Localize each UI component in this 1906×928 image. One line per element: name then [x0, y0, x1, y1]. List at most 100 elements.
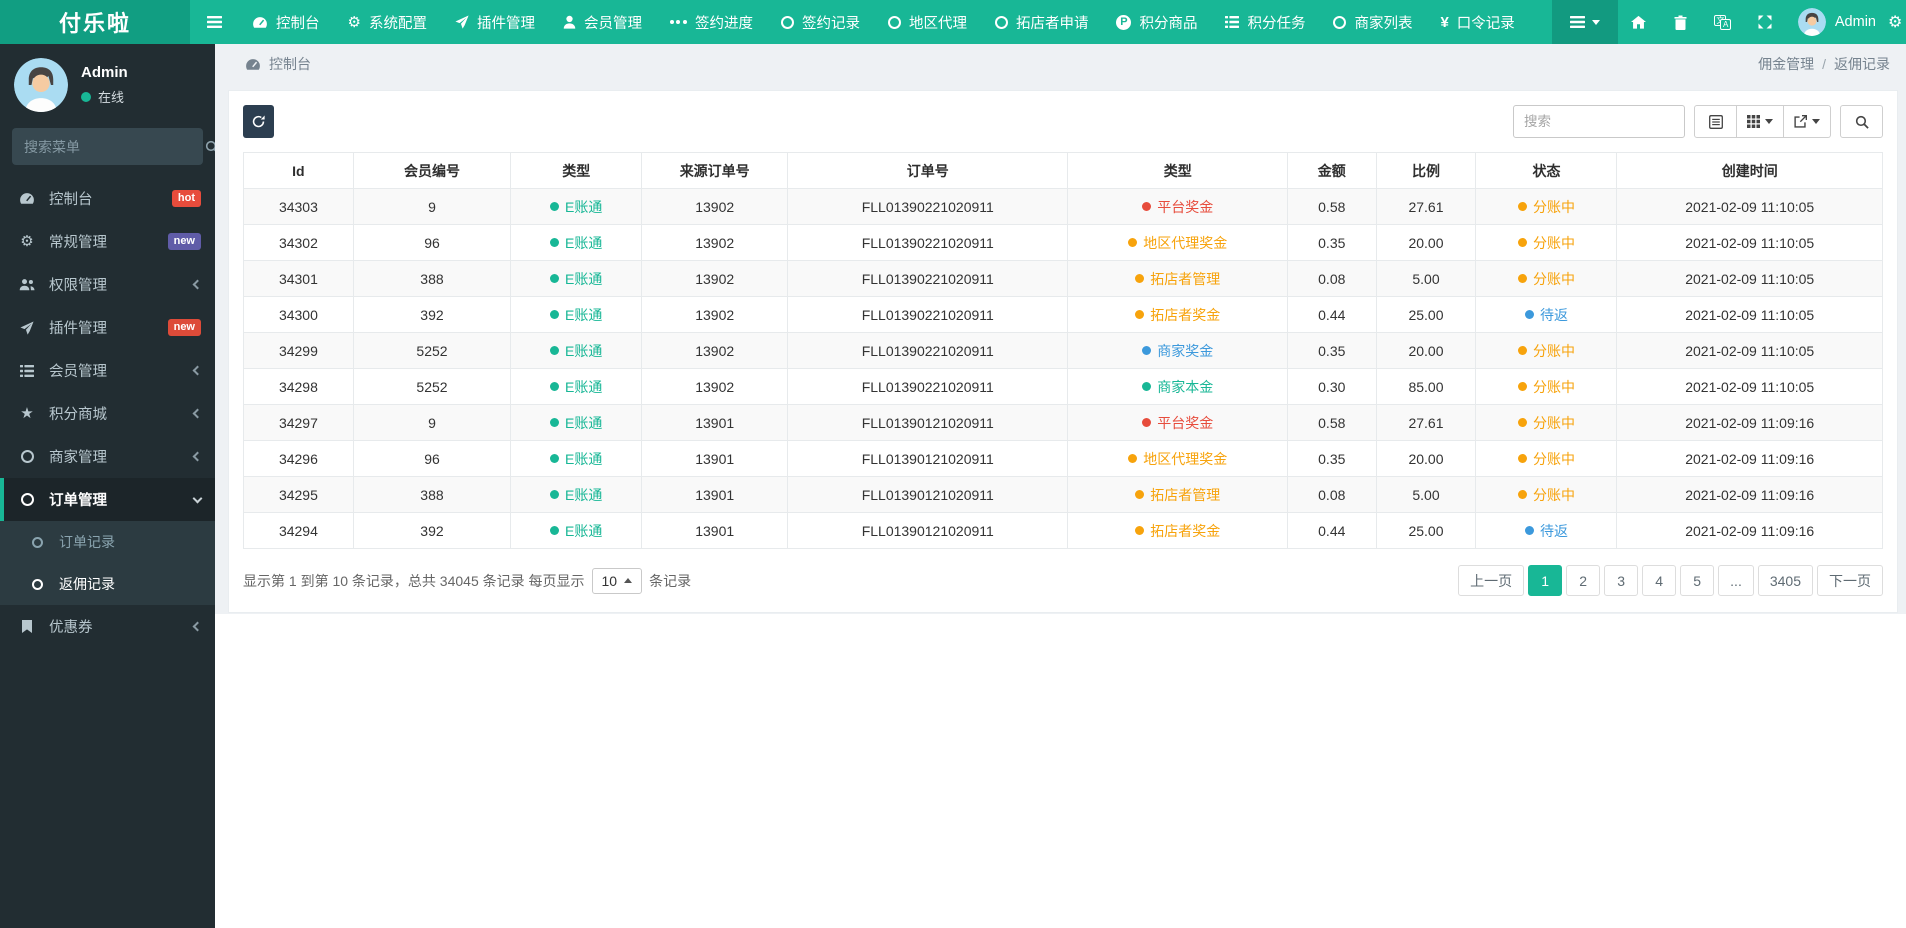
- sidebar-item-0[interactable]: 控制台 hot: [0, 177, 215, 220]
- page-button-4[interactable]: 4: [1642, 565, 1677, 596]
- status-dot-icon: [1517, 418, 1527, 427]
- page-button-下一页[interactable]: 下一页: [1817, 565, 1883, 596]
- cell-order_no: FLL01390121020911: [787, 512, 1069, 549]
- cell-account_type: E账通: [510, 476, 643, 513]
- sidebar-item-7[interactable]: 订单管理: [0, 478, 215, 521]
- sidebar-item-8[interactable]: 优惠券: [0, 605, 215, 648]
- search-button[interactable]: [1840, 105, 1883, 138]
- nav-item-4[interactable]: 签约进度: [656, 0, 767, 44]
- page-button-2[interactable]: 2: [1566, 565, 1601, 596]
- cell-bonus_type: 商家本金: [1067, 368, 1289, 405]
- trash-button[interactable]: [1660, 0, 1702, 44]
- cell-source_order: 13901: [641, 512, 789, 549]
- nav-item-10[interactable]: 商家列表: [1319, 0, 1426, 44]
- sidebar-subitem-label: 订单记录: [59, 534, 115, 550]
- sidebar-item-5[interactable]: ★ 积分商城: [0, 392, 215, 435]
- home-button[interactable]: [1618, 0, 1660, 44]
- nav-item-label: 积分商品: [1139, 15, 1198, 32]
- table-row[interactable]: 34302 96 E账通 13902 FLL01390221020911 地区代理奖金 0.…: [243, 224, 1883, 261]
- refresh-button[interactable]: [243, 105, 274, 138]
- page-button-1[interactable]: 1: [1528, 565, 1563, 596]
- page-button-3405[interactable]: 3405: [1757, 565, 1813, 596]
- expand-button[interactable]: [1744, 0, 1786, 44]
- admin-avatar: [1797, 8, 1826, 36]
- gear-icon: ⚙: [20, 233, 34, 250]
- nav-item-8[interactable]: P 积分商品: [1102, 0, 1211, 44]
- dashboard-icon: [245, 58, 261, 71]
- table-search-input[interactable]: [1513, 105, 1685, 138]
- nav-item-6[interactable]: 地区代理: [874, 0, 981, 44]
- nav-item-7[interactable]: 拓店者申请: [981, 0, 1103, 44]
- translate-button[interactable]: 文A: [1702, 0, 1744, 44]
- status-badge: 待返: [1524, 305, 1568, 325]
- sidebar-subitem-7-0[interactable]: 订单记录: [0, 521, 215, 563]
- page-button-上一页[interactable]: 上一页: [1458, 565, 1525, 596]
- table-row[interactable]: 34301 388 E账通 13902 FLL01390221020911 拓店者管理 0.…: [243, 260, 1883, 297]
- menu-dropdown-button[interactable]: [1551, 0, 1618, 44]
- circle-icon: [994, 15, 1008, 29]
- view-button-group: [1694, 105, 1831, 138]
- nav-item-0[interactable]: 控制台: [238, 0, 334, 44]
- nav-item-label: 系统配置: [368, 15, 427, 32]
- status-dot-icon: [1135, 310, 1145, 319]
- page-size-select[interactable]: 10: [591, 567, 643, 594]
- table-row[interactable]: 34296 96 E账通 13901 FLL01390121020911 地区代理奖金 0.…: [243, 440, 1883, 477]
- cell-amount: 0.08: [1287, 476, 1377, 513]
- table-row[interactable]: 34297 9 E账通 13901 FLL01390121020911 平台奖金 0.58 2…: [243, 404, 1883, 441]
- admin-name: Admin: [1834, 14, 1876, 30]
- bars-icon: [1569, 16, 1585, 28]
- settings-gears-icon[interactable]: ⚙: [1888, 0, 1906, 44]
- admin-menu-button[interactable]: Admin: [1786, 0, 1888, 44]
- status-dot-icon: [1142, 382, 1152, 391]
- sidebar-item-3[interactable]: 插件管理 new: [0, 306, 215, 349]
- column-header-1: 会员编号: [352, 152, 512, 189]
- brand-logo[interactable]: 付乐啦: [0, 0, 190, 44]
- nav-item-1[interactable]: ⚙ 系统配置: [334, 0, 441, 44]
- chevron-left-icon: [192, 408, 203, 419]
- table-row[interactable]: 34303 9 E账通 13902 FLL01390221020911 平台奖金 0.58 2…: [243, 188, 1883, 225]
- cell-order_no: FLL01390121020911: [787, 404, 1069, 441]
- nav-item-label: 积分任务: [1247, 15, 1306, 32]
- sidebar-item-6[interactable]: 商家管理: [0, 435, 215, 478]
- sidebar-item-label: 优惠券: [49, 620, 93, 636]
- nav-item-2[interactable]: 插件管理: [441, 0, 549, 44]
- nav-item-5[interactable]: 签约记录: [767, 0, 874, 44]
- detail-view-button[interactable]: [1694, 105, 1737, 138]
- summary-prefix: 显示第 1 到第 10 条记录，总共 34045 条记录 每页显示: [243, 572, 585, 589]
- cell-amount: 0.35: [1287, 224, 1377, 261]
- nav-item-9[interactable]: 积分任务: [1211, 0, 1319, 44]
- sidebar-subitem-7-1[interactable]: 返佣记录: [0, 563, 215, 605]
- sidebar-item-4[interactable]: 会员管理: [0, 349, 215, 392]
- table-row[interactable]: 34300 392 E账通 13902 FLL01390221020911 拓店者奖金 0.…: [243, 296, 1883, 333]
- status-badge: 待返: [1524, 521, 1568, 541]
- page-button-3[interactable]: 3: [1604, 565, 1639, 596]
- breadcrumb-section[interactable]: 控制台: [245, 54, 311, 74]
- status-badge: 商家奖金: [1142, 341, 1213, 361]
- breadcrumb-parent[interactable]: 佣金管理: [1758, 54, 1814, 74]
- sidebar-toggle-button[interactable]: [190, 0, 238, 44]
- sidebar-item-1[interactable]: ⚙ 常规管理 new: [0, 220, 215, 263]
- sidebar-item-2[interactable]: 权限管理: [0, 263, 215, 306]
- table-row[interactable]: 34295 388 E账通 13901 FLL01390121020911 拓店者管理 0.…: [243, 476, 1883, 513]
- status-dot-icon: [1517, 490, 1527, 499]
- breadcrumb-trail: 佣金管理 / 返佣记录: [1758, 54, 1890, 74]
- circle-icon: [26, 578, 48, 590]
- cell-id: 34298: [243, 368, 354, 405]
- export-button[interactable]: [1784, 105, 1831, 138]
- status-badge: E账通: [550, 485, 602, 505]
- column-header-5: 类型: [1067, 152, 1289, 189]
- page-button-...[interactable]: ...: [1718, 565, 1754, 596]
- columns-button[interactable]: [1737, 105, 1784, 138]
- table-row[interactable]: 34299 5252 E账通 13902 FLL01390221020911 商家奖金 0.…: [243, 332, 1883, 369]
- cell-created_at: 2021-02-09 11:10:05: [1616, 368, 1883, 405]
- yen-icon: ¥: [1440, 13, 1449, 31]
- nav-item-11[interactable]: ¥ 口令记录: [1426, 0, 1528, 44]
- sidebar-search-input[interactable]: [24, 138, 205, 155]
- page-button-5[interactable]: 5: [1680, 565, 1715, 596]
- status-badge: E账通: [550, 449, 602, 469]
- refresh-icon: [252, 115, 265, 128]
- table-row[interactable]: 34298 5252 E账通 13902 FLL01390221020911 商家本金 0.…: [243, 368, 1883, 405]
- user-status-label: 在线: [98, 90, 125, 105]
- table-row[interactable]: 34294 392 E账通 13901 FLL01390121020911 拓店者奖金 0.…: [243, 512, 1883, 549]
- nav-item-3[interactable]: 会员管理: [549, 0, 656, 44]
